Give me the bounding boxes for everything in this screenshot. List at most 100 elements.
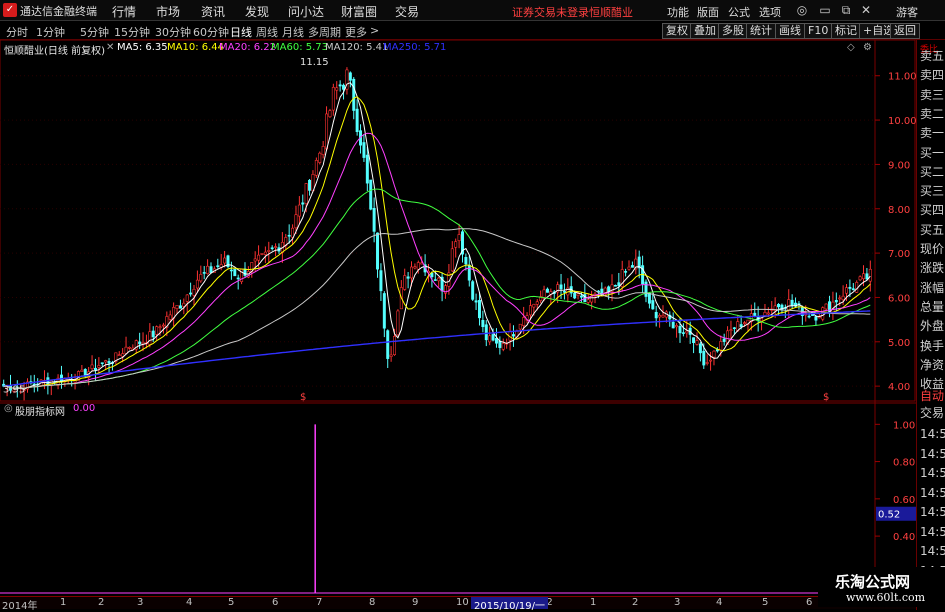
app-logo-icon: ✓ bbox=[3, 3, 17, 17]
guest-user[interactable]: 游客 bbox=[896, 4, 918, 20]
period-1min[interactable]: 1分钟 bbox=[36, 24, 65, 40]
candle-body bbox=[97, 365, 101, 368]
chevron-right-icon[interactable]: > bbox=[370, 24, 379, 37]
menu-gongshi[interactable]: 公式 bbox=[728, 4, 750, 20]
title-bar: ✓ 通达信金融终端 行情 市场 资讯 发现 问小达 财富圈 交易 证券交易未登录… bbox=[0, 0, 945, 21]
candle-body bbox=[467, 264, 471, 281]
candle-body bbox=[416, 262, 420, 270]
auto-label: 自动 bbox=[920, 389, 945, 403]
candle-body bbox=[185, 294, 189, 302]
side-label: 卖一 bbox=[920, 126, 945, 141]
close-icon[interactable]: ✕ bbox=[858, 2, 874, 18]
period-fenshi[interactable]: 分时 bbox=[6, 24, 28, 40]
cursor-date: 2015/10/19/一 bbox=[471, 597, 549, 612]
candle-body bbox=[739, 324, 743, 327]
candle-body bbox=[291, 227, 295, 238]
candle-body bbox=[471, 281, 475, 300]
hide-indicator-icon[interactable]: ◎ bbox=[4, 403, 13, 414]
candle-body bbox=[410, 266, 414, 279]
candle-body bbox=[243, 268, 247, 276]
period-week[interactable]: 周线 bbox=[256, 24, 278, 40]
candle-body bbox=[202, 272, 206, 274]
candle-body bbox=[155, 326, 159, 335]
chart-annotation: 3.95 bbox=[3, 384, 25, 395]
period-5min[interactable]: 5分钟 bbox=[80, 24, 109, 40]
tool-tongji[interactable]: 统计 bbox=[746, 23, 776, 39]
candle-body bbox=[158, 326, 162, 329]
minimize-icon[interactable]: ▭ bbox=[817, 2, 833, 18]
candle-body bbox=[624, 271, 628, 273]
candle-body bbox=[182, 302, 186, 307]
menu-caifuquan[interactable]: 财富圈 bbox=[341, 3, 377, 20]
tool-biaoji[interactable]: 标记 bbox=[831, 23, 861, 39]
chart-settings-icon[interactable]: ⚙ bbox=[863, 42, 872, 53]
y-tick-label: 11.00 bbox=[888, 72, 916, 83]
candle-body bbox=[545, 288, 549, 293]
candle-body bbox=[199, 274, 203, 282]
period-month[interactable]: 月线 bbox=[282, 24, 304, 40]
candle-body bbox=[304, 183, 308, 204]
date-tick-label: 4 bbox=[716, 597, 723, 608]
menu-shichang[interactable]: 市场 bbox=[156, 3, 180, 20]
menu-gongneng[interactable]: 功能 bbox=[667, 4, 689, 20]
candle-body bbox=[743, 322, 747, 325]
menu-hangqing[interactable]: 行情 bbox=[112, 3, 136, 20]
candle-body bbox=[192, 288, 196, 296]
period-60min[interactable]: 60分钟 bbox=[193, 24, 229, 40]
period-30min[interactable]: 30分钟 bbox=[155, 24, 191, 40]
tool-fuquan[interactable]: 复权 bbox=[662, 23, 692, 39]
candle-body bbox=[168, 314, 172, 320]
candle-body bbox=[491, 334, 495, 341]
candle-body bbox=[528, 305, 532, 316]
candle-body bbox=[705, 362, 709, 364]
candle-body bbox=[121, 353, 125, 357]
y-tick-label: 9.00 bbox=[888, 160, 910, 171]
ma10-label: MA10: 6.44 bbox=[167, 42, 225, 53]
candle-body bbox=[722, 338, 726, 342]
candle-body bbox=[117, 354, 121, 357]
candle-body bbox=[328, 110, 332, 118]
candle-body bbox=[763, 312, 767, 316]
date-tick-label: 2 bbox=[98, 597, 105, 608]
period-more[interactable]: 更多 bbox=[345, 24, 367, 40]
period-multi[interactable]: 多周期 bbox=[308, 24, 341, 40]
candle-body bbox=[104, 360, 108, 363]
menu-faxian[interactable]: 发现 bbox=[245, 3, 269, 20]
menu-wenxiaoda[interactable]: 问小达 bbox=[288, 3, 324, 20]
tool-back[interactable]: 返回 bbox=[890, 23, 920, 39]
trade-label: 交易 bbox=[920, 406, 945, 420]
y-tick-label: 8.00 bbox=[888, 205, 910, 216]
candle-body bbox=[777, 303, 781, 308]
date-tick-label: 7 bbox=[316, 597, 323, 608]
diamond-icon[interactable]: ◇ bbox=[847, 42, 855, 53]
tool-diejia[interactable]: 叠加 bbox=[690, 23, 720, 39]
kline-chart-area[interactable]: 11.00 10.00 9.00 8.00 7.00 6.00 5.00 4.00 11.15… bbox=[0, 40, 916, 596]
candle-body bbox=[807, 315, 811, 318]
sub-y-axis: 1.000.800.600.400.200.52 bbox=[875, 420, 916, 580]
candle-body bbox=[484, 324, 488, 341]
candle-body bbox=[617, 282, 621, 287]
trade-time: 14:56 bbox=[920, 427, 945, 441]
indicator-value: 0.00 bbox=[73, 403, 96, 414]
side-label: 涨跌 bbox=[920, 261, 945, 276]
tool-huaxian[interactable]: 画线 bbox=[775, 23, 805, 39]
hide-icon[interactable]: ✕ bbox=[106, 42, 114, 53]
candle-body bbox=[270, 247, 274, 250]
menu-banmian[interactable]: 版面 bbox=[697, 4, 719, 20]
restore-icon[interactable]: ⧉ bbox=[838, 2, 854, 18]
trade-login-notice[interactable]: 证券交易未登录 bbox=[512, 4, 589, 20]
menu-xuanxiang[interactable]: 选项 bbox=[759, 4, 781, 20]
ma60-line bbox=[3, 188, 871, 389]
period-15min[interactable]: 15分钟 bbox=[114, 24, 150, 40]
settings-icon[interactable]: ◎ bbox=[794, 2, 810, 18]
period-day[interactable]: 日线 bbox=[230, 24, 252, 40]
chart-annotation: $ bbox=[300, 392, 306, 403]
candle-body bbox=[396, 310, 400, 336]
tool-f10[interactable]: F10 bbox=[804, 23, 833, 39]
tool-duogu[interactable]: 多股 bbox=[718, 23, 748, 39]
menu-jiaoyi[interactable]: 交易 bbox=[395, 3, 419, 20]
candle-body bbox=[702, 350, 706, 366]
stock-title: 恒顺醋业(日线 前复权) bbox=[4, 46, 105, 57]
menu-zixun[interactable]: 资讯 bbox=[201, 3, 225, 20]
date-tick-label: 3 bbox=[674, 597, 681, 608]
